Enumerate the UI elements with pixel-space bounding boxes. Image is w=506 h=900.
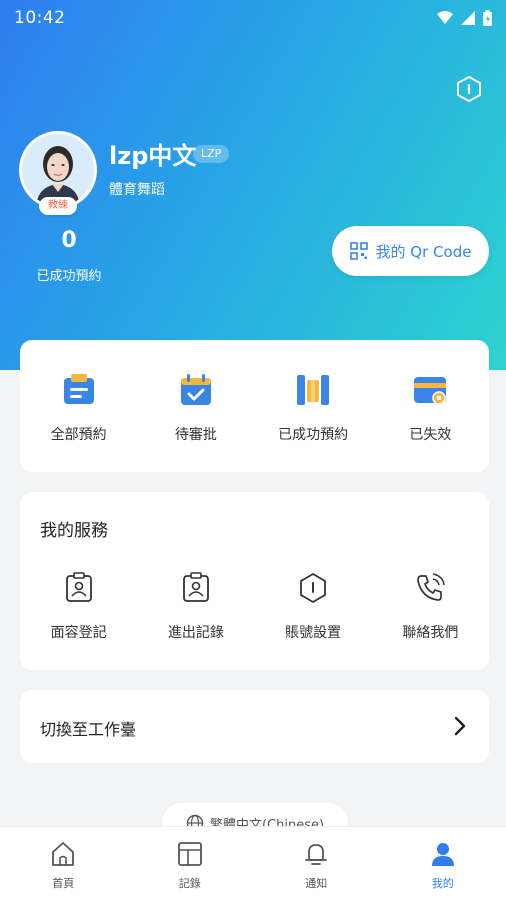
status-icons — [437, 10, 492, 26]
contact-us-item[interactable]: 聯絡我們 — [372, 568, 489, 642]
user-tag: LZP — [193, 145, 230, 163]
pending-approval-label: 待審批 — [174, 427, 217, 443]
access-records-label: 進出記錄 — [167, 625, 224, 641]
contact-us-label: 聯絡我們 — [402, 625, 459, 641]
nav-records-label: 記錄 — [178, 877, 201, 890]
phone-icon — [417, 573, 446, 601]
face-id-icon — [65, 572, 92, 602]
face-registration-item[interactable]: 面容登記 — [20, 568, 137, 642]
nav-home[interactable]: 首頁 — [0, 827, 127, 900]
account-settings-label: 賬號設置 — [285, 625, 342, 641]
status-time: 10:42 — [14, 8, 66, 28]
expired-bookings-item[interactable]: 已失效 — [372, 370, 489, 444]
wifi-icon — [437, 11, 453, 24]
success-count: 0 — [61, 228, 77, 253]
bottom-navigation: 首頁 記錄 通知 我的 — [0, 826, 506, 900]
successful-bookings-label: 已成功預約 — [278, 427, 349, 443]
successful-bookings-item[interactable]: 已成功預約 — [255, 370, 372, 444]
bell-icon — [305, 844, 328, 865]
all-bookings-label: 全部預約 — [50, 427, 107, 443]
nav-notifications[interactable]: 通知 — [253, 827, 380, 900]
hexagon-info-icon — [457, 75, 481, 103]
qr-button-label: 我的 Qr Code — [375, 242, 472, 261]
user-department: 體育舞蹈 — [109, 182, 165, 198]
user-icon — [431, 843, 454, 866]
switch-workspace-label: 切換至工作臺 — [40, 720, 137, 739]
settings-hexagon-button[interactable] — [452, 72, 486, 106]
columns-icon — [297, 375, 330, 405]
success-count-label: 已成功預約 — [36, 269, 102, 284]
records-icon — [177, 842, 202, 866]
pending-approval-item[interactable]: 待審批 — [137, 370, 254, 444]
avatar-container[interactable]: 教練 — [19, 131, 97, 215]
nav-me[interactable]: 我的 — [380, 827, 506, 900]
role-badge: 教練 — [39, 197, 77, 215]
avatar-photo — [22, 134, 94, 206]
switch-workspace-row[interactable]: 切換至工作臺 — [20, 690, 489, 763]
access-log-icon — [182, 572, 209, 602]
nav-records[interactable]: 記錄 — [127, 827, 254, 900]
face-registration-label: 面容登記 — [50, 625, 107, 641]
expired-bookings-label: 已失效 — [409, 427, 452, 443]
booking-status-card: 全部預約 待審批 已成功預約 已失效 — [20, 340, 489, 472]
all-bookings-item[interactable]: 全部預約 — [20, 370, 137, 444]
calendar-list-icon — [63, 374, 94, 404]
calendar-check-icon — [180, 374, 211, 405]
access-records-item[interactable]: 進出記錄 — [137, 568, 254, 642]
card-invalid-icon — [414, 377, 447, 405]
nav-me-label: 我的 — [431, 877, 454, 890]
signal-icon — [461, 11, 475, 25]
qr-code-icon — [349, 242, 368, 260]
services-title: 我的服務 — [40, 521, 108, 541]
account-settings-item[interactable]: 賬號設置 — [255, 568, 372, 642]
battery-icon — [483, 10, 492, 26]
status-bar: 10:42 — [0, 0, 506, 36]
nav-home-label: 首頁 — [52, 877, 75, 890]
home-icon — [52, 842, 75, 866]
hexagon-settings-icon — [300, 572, 327, 604]
my-qr-code-button[interactable]: 我的 Qr Code — [332, 226, 489, 276]
nav-notifications-label: 通知 — [305, 877, 328, 890]
chevron-right-icon — [454, 716, 466, 736]
my-services-card: 我的服務 面容登記 進出記錄 賬號設置 聯絡我們 — [20, 492, 489, 670]
user-name: lzp中文 — [109, 142, 197, 170]
